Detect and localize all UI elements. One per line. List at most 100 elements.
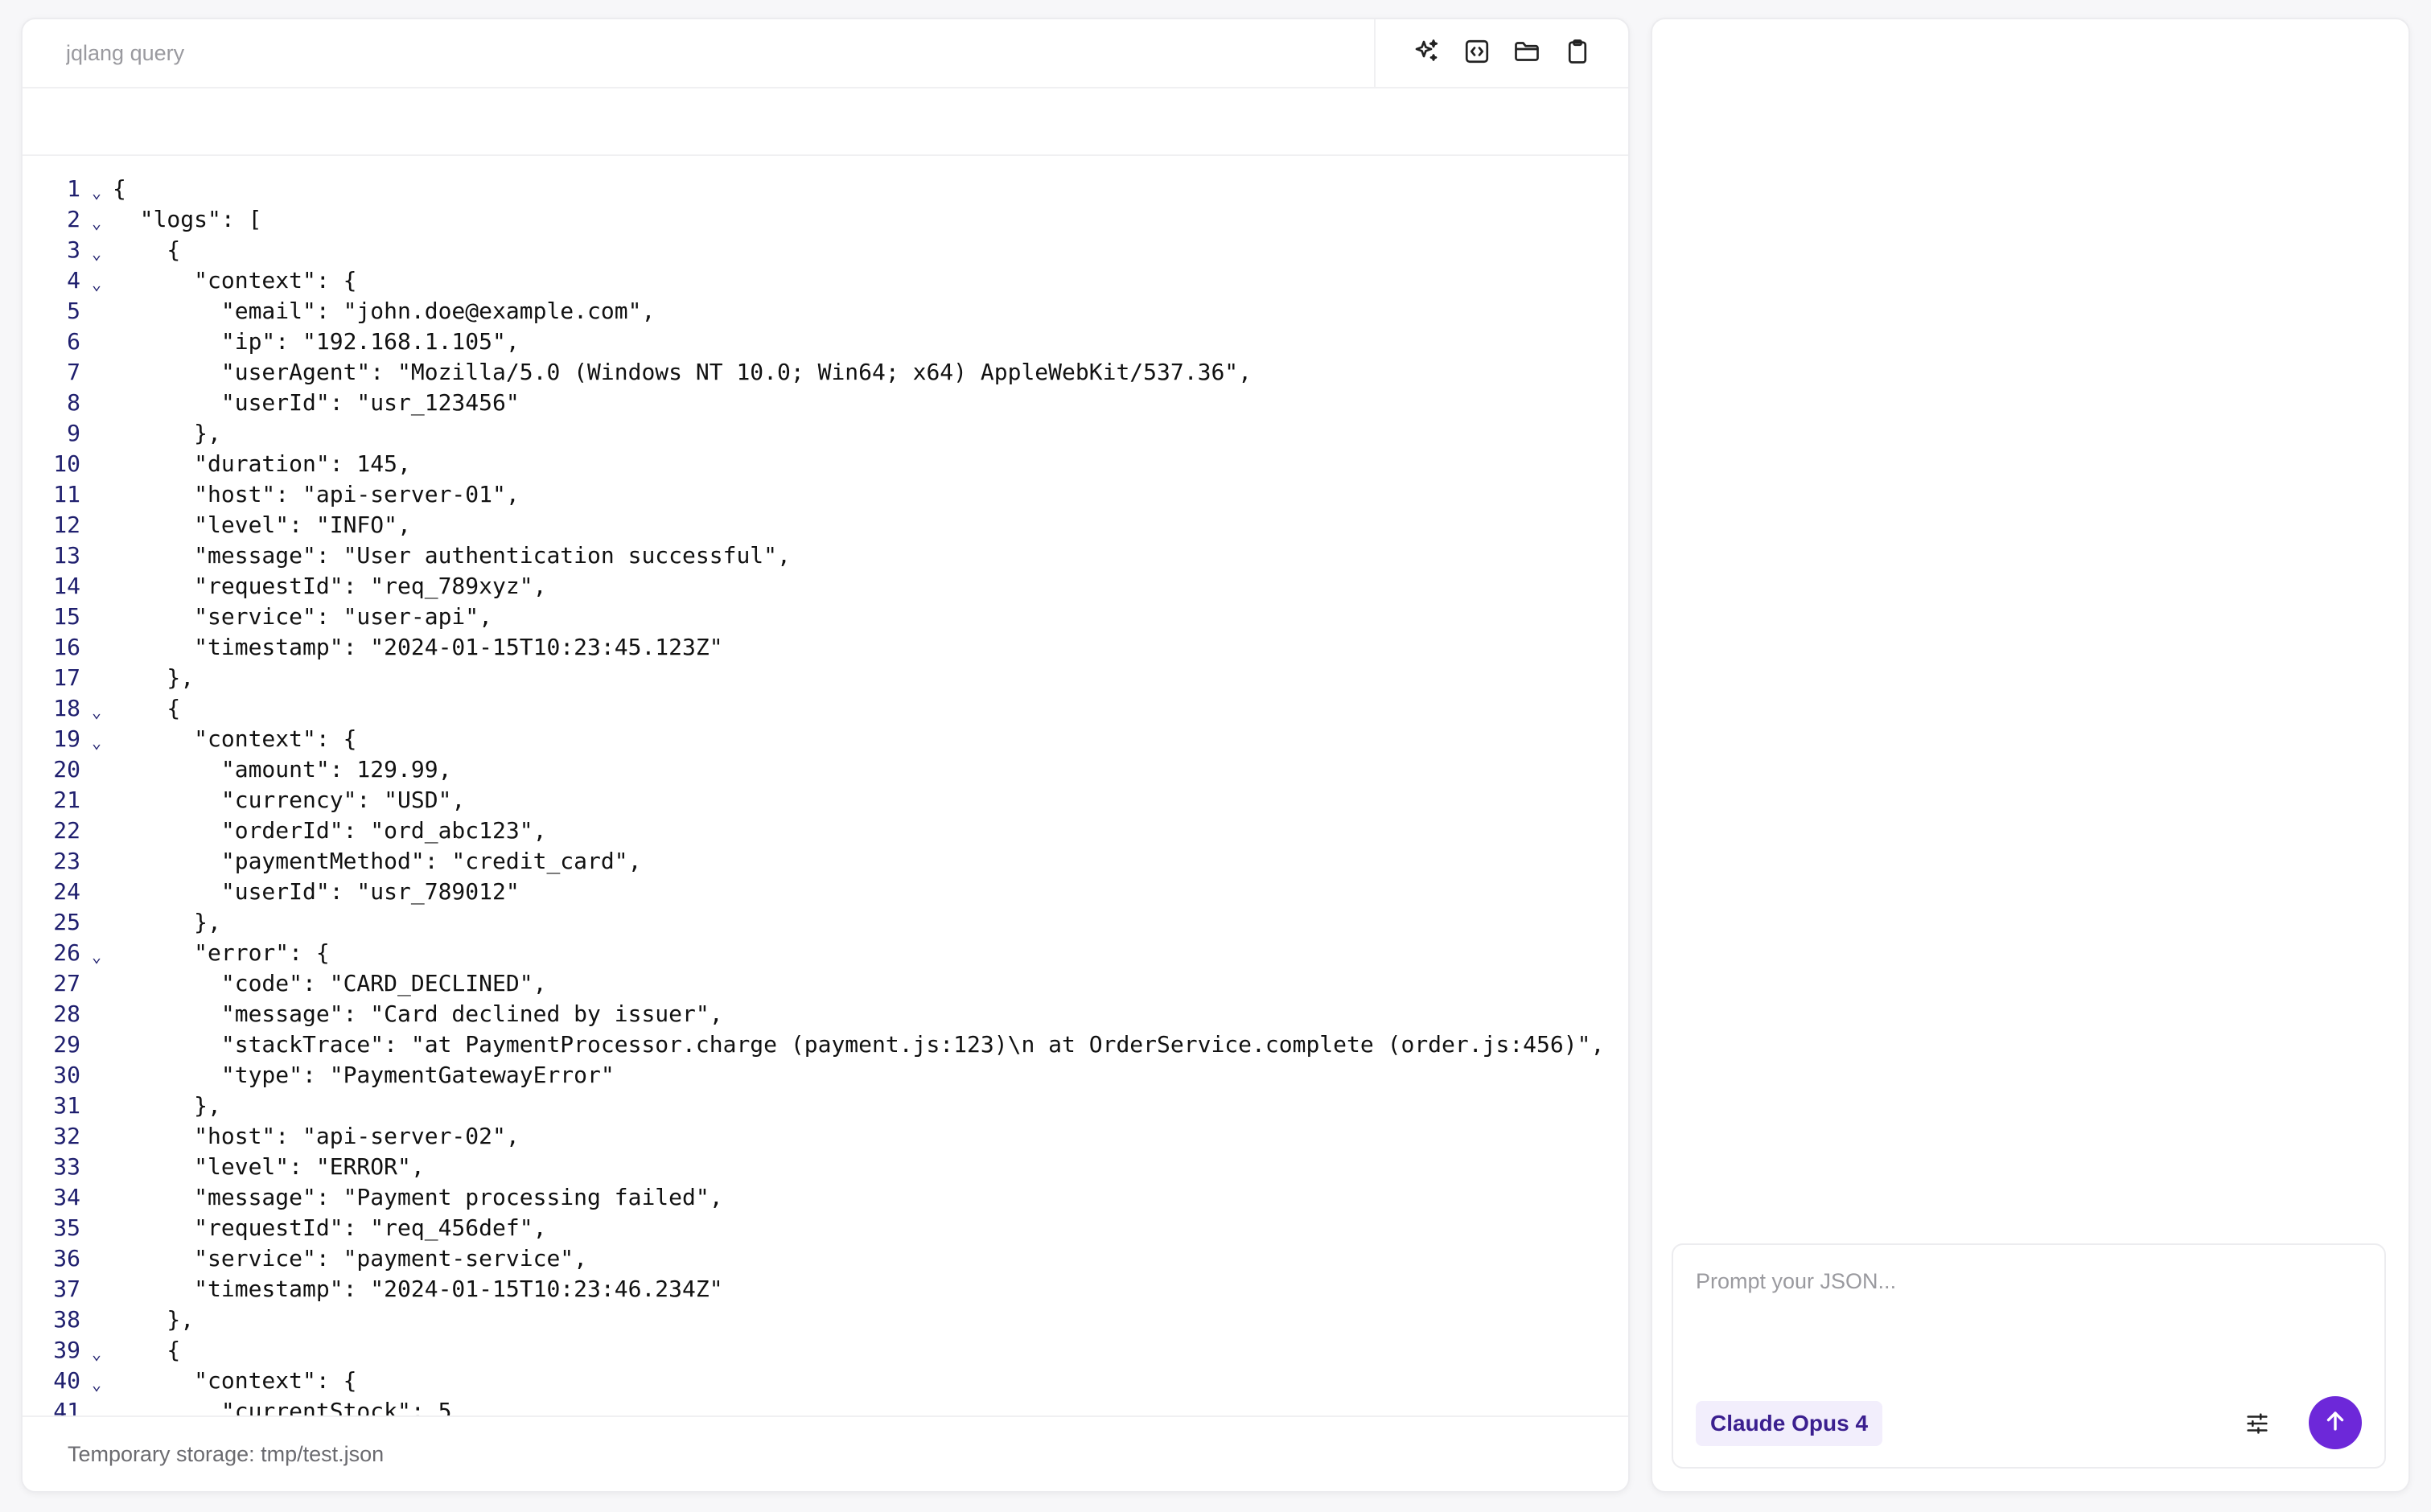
code-line[interactable]: 8 "userId": "usr_123456" [23,388,1628,418]
line-number: 2 [67,206,80,232]
code-text: "service": "user-api", [113,603,493,630]
code-line[interactable]: 29 "stackTrace": "at PaymentProcessor.ch… [23,1029,1628,1060]
fold-chevron-icon[interactable]: ⌄ [87,269,106,299]
code-line[interactable]: 4 ⌄ "context": { [23,265,1628,296]
editor-toolbar [1374,19,1628,87]
line-number: 16 [53,634,80,660]
fold-chevron-icon[interactable]: ⌄ [87,177,106,207]
code-line[interactable]: 12 "level": "INFO", [23,510,1628,540]
line-number: 13 [53,542,80,569]
editor-panel: 1⌄{2⌄ "logs": [3⌄ {4⌄ "context": {5 "ema… [21,18,1630,1493]
fold-chevron-icon[interactable]: ⌄ [87,696,106,727]
json-editor[interactable]: 1 ⌄{2 ⌄ "logs": [3 ⌄ {4 ⌄ "context": {5 "ema… [23,174,1628,1430]
code-line[interactable]: 20 "amount": 129.99, [23,754,1628,785]
code-line[interactable]: 19 ⌄ "context": { [23,724,1628,754]
code-line[interactable]: 18 ⌄ { [23,693,1628,724]
code-line[interactable]: 38 }, [23,1305,1628,1335]
code-text: { [113,175,126,202]
ai-generate-button[interactable] [1408,35,1445,72]
line-number: 12 [53,512,80,538]
line-number: 3 [67,236,80,263]
code-text: }, [113,1092,221,1119]
code-text: "timestamp": "2024-01-15T10:23:45.123Z" [113,634,723,660]
open-file-button[interactable] [1508,35,1545,72]
code-line[interactable]: 37 "timestamp": "2024-01-15T10:23:46.234… [23,1274,1628,1305]
code-line[interactable]: 27 "code": "CARD_DECLINED", [23,968,1628,999]
code-line[interactable]: 5 "email": "john.doe@example.com", [23,296,1628,327]
code-text: "amount": 129.99, [113,756,452,783]
line-number: 4 [67,267,80,294]
code-line[interactable]: 16 "timestamp": "2024-01-15T10:23:45.123… [23,632,1628,663]
code-line[interactable]: 11 "host": "api-server-01", [23,479,1628,510]
line-number: 32 [53,1123,80,1149]
copy-button[interactable] [1559,35,1596,72]
code-line[interactable]: 21 "currency": "USD", [23,785,1628,816]
fold-chevron-icon[interactable]: ⌄ [87,727,106,758]
code-line[interactable]: 13 "message": "User authentication succe… [23,540,1628,571]
folder-icon [1512,37,1541,70]
line-number: 17 [53,664,80,691]
code-line[interactable]: 15 "service": "user-api", [23,602,1628,632]
code-text: "level": "INFO", [113,512,411,538]
model-selector[interactable]: Claude Opus 4 [1696,1401,1883,1446]
code-line[interactable]: 30 "type": "PaymentGatewayError" [23,1060,1628,1091]
line-number: 22 [53,817,80,844]
storage-status-text: Temporary storage: tmp/test.json [68,1441,385,1466]
line-number: 7 [67,359,80,385]
code-line[interactable]: 28 "message": "Card declined by issuer", [23,999,1628,1029]
line-number: 9 [67,420,80,446]
code-line[interactable]: 26 ⌄ "error": { [23,938,1628,968]
fold-chevron-icon[interactable]: ⌄ [87,941,106,972]
code-text: }, [113,1306,195,1333]
prompt-input[interactable] [1673,1245,2384,1374]
code-line[interactable]: 40 ⌄ "context": { [23,1366,1628,1396]
code-line[interactable]: 32 "host": "api-server-02", [23,1121,1628,1152]
code-line[interactable]: 7 "userAgent": "Mozilla/5.0 (Windows NT … [23,357,1628,388]
code-text: "message": "User authentication successf… [113,542,791,569]
jq-query-input[interactable] [23,19,1374,87]
line-number: 21 [53,787,80,813]
code-line[interactable]: 14 "requestId": "req_789xyz", [23,571,1628,602]
format-code-button[interactable] [1458,35,1495,72]
fold-chevron-icon[interactable]: ⌄ [87,238,106,269]
code-line[interactable]: 33 "level": "ERROR", [23,1152,1628,1182]
code-line[interactable]: 34 "message": "Payment processing failed… [23,1182,1628,1213]
code-line[interactable]: 24 "userId": "usr_789012" [23,877,1628,907]
code-line[interactable]: 23 "paymentMethod": "credit_card", [23,846,1628,877]
code-line[interactable]: 9 }, [23,418,1628,449]
line-number: 26 [53,939,80,966]
code-text: "context": { [113,267,357,294]
code-text: "stackTrace": "at PaymentProcessor.charg… [113,1031,1605,1058]
code-line[interactable]: 1 ⌄ { [23,174,1628,204]
code-text: "userId": "usr_123456" [113,389,520,416]
code-line[interactable]: 10 "duration": 145, [23,449,1628,479]
code-line[interactable]: 31 }, [23,1091,1628,1121]
line-number: 11 [53,481,80,507]
code-line[interactable]: 2 ⌄ "logs": [ [23,204,1628,235]
code-line[interactable]: 22 "orderId": "ord_abc123", [23,816,1628,846]
line-number: 37 [53,1276,80,1302]
code-line[interactable]: 6 "ip": "192.168.1.105", [23,327,1628,357]
code-line[interactable]: 17 }, [23,663,1628,693]
line-number: 14 [53,573,80,599]
code-text: "currency": "USD", [113,787,466,813]
code-line[interactable]: 36 "service": "payment-service", [23,1243,1628,1274]
fold-chevron-icon[interactable]: ⌄ [87,207,106,238]
code-text: "duration": 145, [113,450,411,477]
code-text: { [113,695,181,721]
line-number: 25 [53,909,80,935]
line-number: 31 [53,1092,80,1119]
code-line[interactable]: 3 ⌄ { [23,235,1628,265]
line-number: 29 [53,1031,80,1058]
prompt-settings-button[interactable] [2238,1406,2277,1444]
fold-chevron-icon[interactable]: ⌄ [87,1338,106,1369]
code-line[interactable]: 39 ⌄ { [23,1335,1628,1366]
line-number: 15 [53,603,80,630]
line-number: 39 [53,1337,80,1363]
prompt-panel: Claude Opus 4 [1651,18,2410,1493]
send-button[interactable] [2309,1396,2362,1449]
code-line[interactable]: 35 "requestId": "req_456def", [23,1213,1628,1243]
code-line[interactable]: 25 }, [23,907,1628,938]
fold-chevron-icon[interactable]: ⌄ [87,1369,106,1399]
code-text: "level": "ERROR", [113,1153,425,1180]
